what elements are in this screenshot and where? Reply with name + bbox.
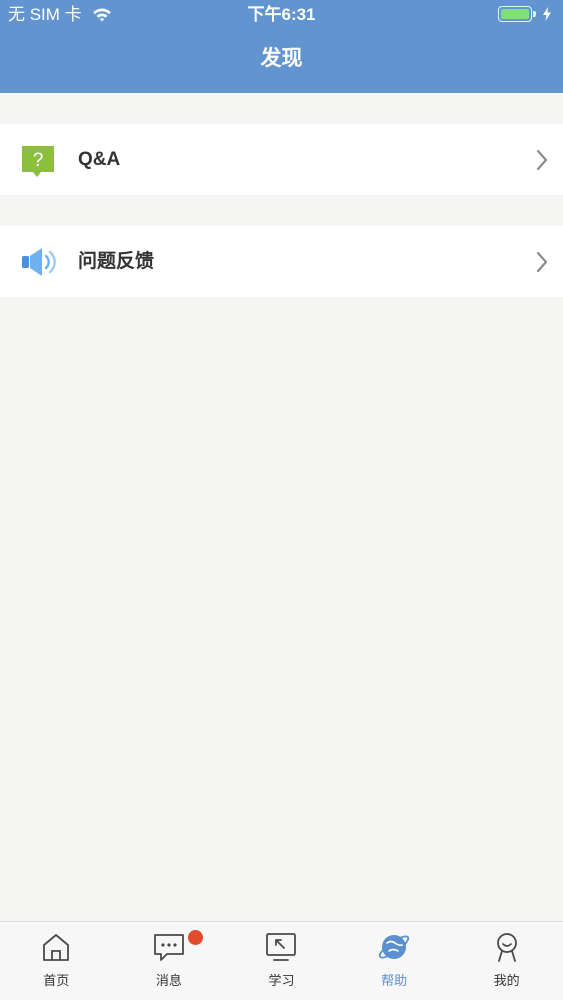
- menu-item-feedback[interactable]: 问题反馈: [0, 226, 563, 297]
- tab-home[interactable]: 首页: [0, 922, 113, 1000]
- learn-screen-icon: [266, 933, 297, 961]
- user-icon: [496, 933, 517, 962]
- status-time: 下午6:31: [247, 5, 316, 24]
- tab-help[interactable]: 帮助: [338, 922, 451, 1000]
- header: 无 SIM 卡 下午6:31 发现: [0, 0, 563, 93]
- notification-badge: [187, 930, 203, 945]
- tab-label: 帮助: [381, 973, 408, 988]
- svg-text:?: ?: [33, 150, 44, 171]
- tab-messages[interactable]: 消息: [113, 922, 226, 1000]
- chevron-right-icon: [536, 149, 548, 170]
- tab-label: 首页: [43, 973, 70, 988]
- tab-label: 我的: [493, 973, 520, 988]
- battery-icon: [498, 6, 532, 22]
- tab-profile[interactable]: 我的: [450, 922, 563, 1000]
- question-bubble-icon: ?: [22, 145, 54, 177]
- page-title: 发现: [260, 47, 303, 70]
- chat-icon: [153, 934, 184, 961]
- battery-level: [501, 9, 529, 19]
- status-bar: 无 SIM 卡 下午6:31: [0, 0, 563, 30]
- tab-bar: 首页 消息 学习 帮助 我的: [0, 921, 563, 1000]
- tab-label: 消息: [155, 973, 182, 988]
- tab-label: 学习: [268, 973, 295, 988]
- home-icon: [43, 934, 70, 961]
- bolt-icon: [543, 7, 551, 21]
- discover-screen: 无 SIM 卡 下午6:31 发现 ? Q&A 问题反馈 首页 消息 学习 帮助…: [0, 0, 563, 1000]
- planet-icon: [378, 935, 410, 959]
- chevron-right-icon: [536, 251, 548, 272]
- menu-item-qa[interactable]: ? Q&A: [0, 124, 563, 195]
- battery-indicator: [498, 6, 552, 22]
- speaker-icon: [22, 247, 56, 276]
- menu-item-label: Q&A: [78, 148, 121, 170]
- tab-learn[interactable]: 学习: [225, 922, 338, 1000]
- menu-item-label: 问题反馈: [78, 250, 155, 272]
- battery-tip: [533, 11, 536, 17]
